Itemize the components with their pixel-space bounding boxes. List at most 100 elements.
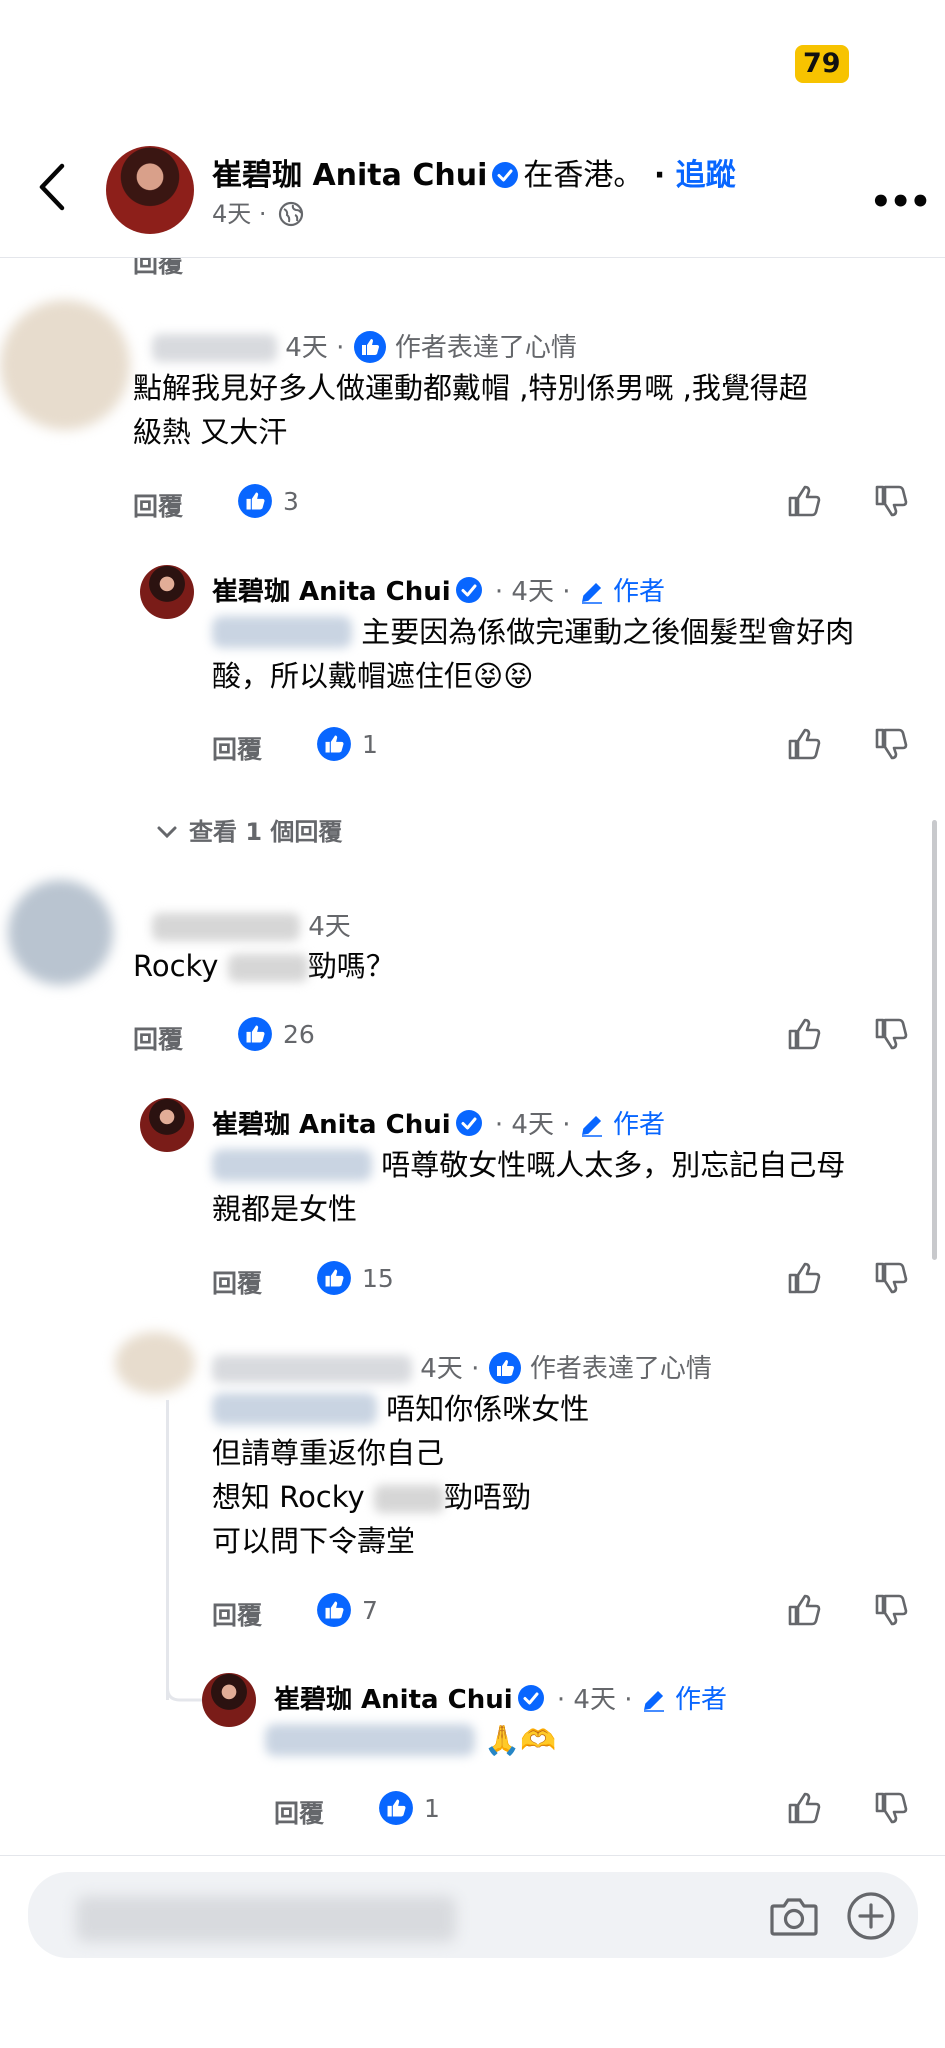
comment-name-line: 崔碧珈 Anita Chui · 4天 · 作者 — [274, 1679, 727, 1716]
like-count: 1 — [424, 1794, 440, 1823]
thumbs-up-icon[interactable] — [786, 1790, 822, 1826]
avatar[interactable] — [140, 1098, 194, 1152]
reply-button[interactable]: 回覆 — [274, 1794, 324, 1830]
like-count: 15 — [362, 1264, 394, 1293]
redacted-name — [212, 1355, 412, 1383]
thumbs-up-icon[interactable] — [786, 483, 822, 519]
comment-text-line: 親都是女性 — [212, 1192, 358, 1226]
like-count-icon — [238, 484, 272, 518]
comment-text-line: 唔知你係咪女性 — [386, 1392, 590, 1426]
post-header: 崔碧珈 Anita Chui 在香港。 · 追蹤 4天 · ••• — [0, 130, 945, 258]
avatar[interactable] — [140, 565, 194, 619]
author-tag: 作者 — [675, 1685, 728, 1715]
avatar[interactable] — [0, 300, 130, 430]
like-reaction-icon — [488, 1352, 521, 1384]
comment-text-line: 酸，所以戴帽遮住佢😝😝 — [212, 659, 534, 693]
comment-actions: 回覆 1 — [274, 1790, 914, 1830]
redacted-name — [152, 913, 300, 941]
comment-text-part: 勁嗎？ — [307, 949, 395, 983]
reply-button[interactable]: 回覆 — [212, 1596, 262, 1632]
comment-composer[interactable] — [28, 1872, 918, 1958]
avatar[interactable] — [8, 880, 113, 985]
thumbs-down-icon[interactable] — [873, 1260, 909, 1296]
comment-time: · 4天 · — [494, 1110, 571, 1140]
avatar[interactable] — [202, 1673, 256, 1727]
thumbs-up-icon[interactable] — [786, 1260, 822, 1296]
comment-actions: 回覆 1 — [212, 726, 912, 766]
globe-icon — [279, 201, 304, 227]
thumbs-down-icon[interactable] — [873, 1790, 909, 1826]
comment-time: · 4天 · — [494, 577, 571, 607]
reply-button[interactable]: 回覆 — [212, 730, 262, 766]
reply-button[interactable]: 回覆 — [212, 1264, 262, 1300]
avatar[interactable] — [106, 146, 194, 234]
view-more-label: 查看 1 個回覆 — [189, 818, 343, 846]
comment-name-line: 4天 · 作者表達了心情 — [212, 1348, 712, 1385]
avatar[interactable] — [115, 1332, 195, 1394]
add-icon[interactable] — [845, 1890, 897, 1942]
redacted-mention — [212, 1393, 377, 1425]
like-reaction-icon — [353, 331, 386, 363]
author-reaction-text: 作者表達了心情 — [394, 333, 577, 363]
like-count: 26 — [283, 1020, 315, 1049]
comment-text: 唔知你係咪女性 但請尊重返你自己 想知 Rocky 勁唔勁 可以問下令壽堂 — [212, 1387, 922, 1563]
thumbs-down-icon[interactable] — [873, 1016, 909, 1052]
chevron-down-icon — [157, 826, 177, 839]
author-name[interactable]: 崔碧珈 Anita Chui — [212, 158, 487, 193]
follow-button[interactable]: 追蹤 — [676, 158, 736, 193]
reply-button[interactable]: 回覆 — [133, 1020, 183, 1056]
like-count: 7 — [362, 1596, 378, 1625]
comment-text: 唔尊敬女性嘅人太多，別忘記自己母 親都是女性 — [212, 1143, 922, 1231]
separator-dot: · — [653, 158, 666, 193]
author-tag: 作者 — [613, 577, 666, 607]
like-count-icon — [379, 1791, 413, 1825]
post-meta: 4天 · — [212, 194, 304, 229]
comment-name-line: 4天 · 作者表達了心情 — [152, 327, 577, 364]
comment-name-line: 崔碧珈 Anita Chui · 4天 · 作者 — [212, 571, 665, 608]
author-name[interactable]: 崔碧珈 Anita Chui — [274, 1685, 513, 1715]
view-more-replies-button[interactable]: 查看 1 個回覆 — [155, 812, 342, 847]
verified-badge-icon — [455, 1110, 482, 1136]
thumbs-up-icon[interactable] — [786, 726, 822, 762]
author-name[interactable]: 崔碧珈 Anita Chui — [212, 577, 451, 607]
thumbs-up-icon[interactable] — [786, 1592, 822, 1628]
redacted-mention — [265, 1724, 475, 1756]
comment-text-line: 級熱 又大汗 — [133, 415, 288, 449]
comment-time: 4天 — [308, 912, 351, 942]
back-arrow-icon[interactable] — [34, 162, 70, 212]
pencil-icon — [643, 1690, 664, 1712]
redacted-mention — [212, 1149, 372, 1181]
thumbs-down-icon[interactable] — [873, 483, 909, 519]
comment-time: 4天 · — [285, 333, 345, 363]
thumbs-down-icon[interactable] — [873, 1592, 909, 1628]
like-count-icon — [317, 1593, 351, 1627]
comment-text-line: 主要因為係做完運動之後個髮型會好肉 — [361, 615, 855, 649]
comment-time: 4天 · — [420, 1354, 480, 1384]
reply-button[interactable]: 回覆 — [133, 487, 183, 523]
scrollbar[interactable] — [932, 820, 937, 1260]
comment-text-part: 勁唔勁 — [443, 1480, 531, 1514]
comment-actions: 回覆 3 — [133, 483, 913, 523]
camera-icon[interactable] — [768, 1894, 820, 1938]
redacted-word — [373, 1485, 444, 1513]
like-count-icon — [317, 1261, 351, 1295]
comment-actions: 回覆 26 — [133, 1016, 913, 1056]
like-count-icon — [238, 1017, 272, 1051]
comment-time: · 4天 · — [556, 1685, 633, 1715]
thumbs-up-icon[interactable] — [786, 1016, 822, 1052]
verified-badge-icon — [455, 577, 482, 603]
author-reaction-text: 作者表達了心情 — [529, 1354, 712, 1384]
more-options-icon[interactable]: ••• — [870, 182, 931, 222]
pencil-icon — [581, 1115, 602, 1137]
comment-text: 點解我見好多人做運動都戴帽 ,特別係男嘅 ,我覺得超 級熱 又大汗 — [133, 366, 923, 454]
like-count: 1 — [362, 730, 378, 759]
verified-badge-icon — [492, 162, 519, 188]
page-title: 崔碧珈 Anita Chui 在香港。 · 追蹤 — [212, 150, 736, 194]
comment-text: Rocky 勁嗎？ — [133, 944, 893, 988]
comment-actions: 回覆 15 — [212, 1260, 912, 1300]
comment-text: 主要因為係做完運動之後個髮型會好肉 酸，所以戴帽遮住佢😝😝 — [212, 610, 922, 698]
comment-text-line: 可以問下令壽堂 — [212, 1524, 416, 1558]
verified-badge-icon — [517, 1685, 544, 1711]
thumbs-down-icon[interactable] — [873, 726, 909, 762]
author-name[interactable]: 崔碧珈 Anita Chui — [212, 1110, 451, 1140]
